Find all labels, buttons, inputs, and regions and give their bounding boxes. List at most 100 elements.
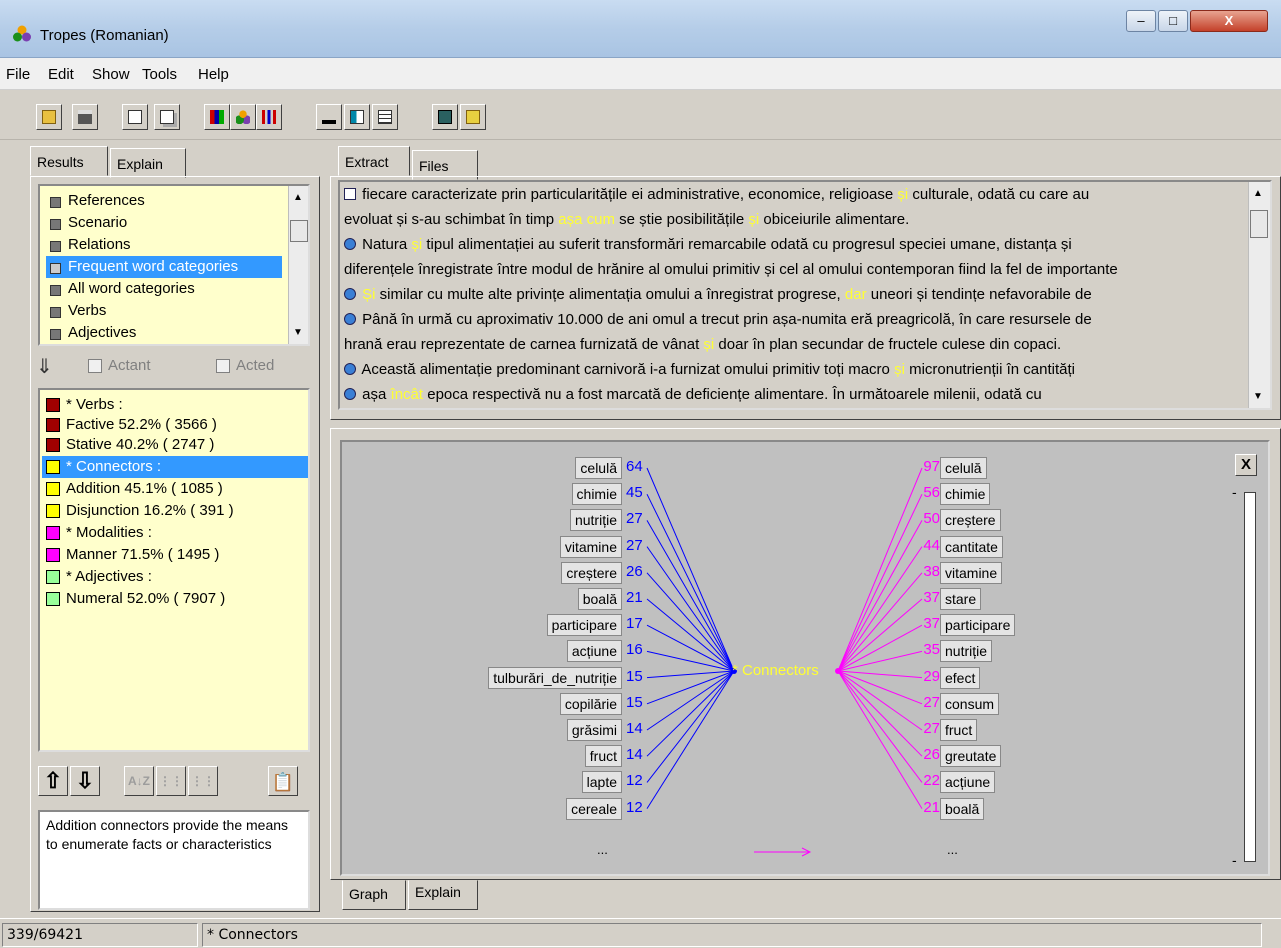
stat-row[interactable]: Disjunction 16.2% ( 391 ) (42, 500, 308, 522)
document-icon[interactable] (344, 188, 356, 200)
tab-explain-left[interactable]: Explain (110, 148, 186, 178)
close-button[interactable]: X (1190, 10, 1268, 32)
collapse-button[interactable]: ⋮⋮ (188, 766, 218, 796)
list-item[interactable]: Verbs (46, 300, 282, 322)
actors-button[interactable] (230, 104, 256, 130)
expand-button[interactable]: ⋮⋮ (156, 766, 186, 796)
graph-left-word[interactable]: copilărie (559, 692, 622, 715)
menu-show[interactable]: Show (92, 66, 130, 83)
highlighted-connector: și (411, 236, 423, 253)
graph-close-button[interactable]: X (1235, 454, 1257, 476)
graph-left-word[interactable]: lapte (581, 771, 622, 794)
highlighted-connector: dar (844, 286, 867, 303)
tab-results[interactable]: Results (30, 146, 108, 176)
extract-scrollbar[interactable]: ▲ ▼ (1248, 182, 1270, 408)
graph-right-word[interactable]: stare (940, 588, 982, 610)
maximize-button[interactable]: □ (1158, 10, 1188, 32)
graph-right-word[interactable]: consum (940, 692, 1000, 715)
list-item[interactable]: All word categories (46, 278, 282, 300)
graph-right-word[interactable]: creștere (940, 509, 1001, 532)
stat-row[interactable]: Addition 45.1% ( 1085 ) (42, 478, 308, 500)
copy-button[interactable] (154, 104, 180, 130)
minimize-button[interactable]: – (1126, 10, 1156, 32)
expand-icon[interactable] (344, 238, 356, 250)
graph-right-count: 27 (923, 720, 940, 737)
columns-button[interactable] (344, 104, 370, 130)
graph-right-word[interactable]: participare (940, 614, 1016, 637)
list-item[interactable]: Scenario (46, 212, 282, 234)
acted-checkbox[interactable] (216, 359, 230, 373)
expand-icon[interactable] (344, 288, 356, 300)
graph-right-word[interactable]: chimie (940, 483, 991, 506)
scroll-up-icon[interactable]: ▲ (293, 192, 303, 203)
menu-edit[interactable]: Edit (48, 66, 74, 83)
graph-right-word[interactable]: efect (940, 666, 981, 689)
more-left[interactable]: ... (597, 842, 608, 857)
stat-row[interactable]: Numeral 52.0% ( 7907 ) (42, 588, 308, 610)
graph-left-word[interactable]: nutriție (569, 509, 622, 532)
actant-checkbox[interactable] (88, 359, 102, 373)
tab-explain-graph[interactable]: Explain (408, 880, 478, 910)
graph-left-word[interactable]: grăsimi (566, 719, 622, 741)
list-item[interactable]: Adjectives (46, 322, 282, 344)
graph-left-word[interactable]: chimie (571, 483, 622, 506)
stat-row-selected[interactable]: * Connectors : (42, 456, 308, 478)
stat-row[interactable]: * Modalities : (42, 522, 308, 544)
open-button[interactable] (36, 104, 62, 130)
scroll-down-icon[interactable]: ▼ (293, 327, 303, 338)
tab-graph[interactable]: Graph (342, 880, 406, 910)
graph-right-word[interactable]: greutate (940, 745, 1002, 768)
graph-left-word[interactable]: vitamine (559, 535, 622, 558)
book-button[interactable] (432, 104, 458, 130)
graph-zoom-slider[interactable] (1244, 492, 1256, 862)
expand-icon[interactable] (344, 388, 356, 400)
expand-icon[interactable] (344, 363, 356, 375)
menu-file[interactable]: File (6, 66, 30, 83)
graph-right-word[interactable]: celulă (940, 457, 987, 479)
tab-extract[interactable]: Extract (338, 146, 410, 176)
graph-left-word[interactable]: creștere (561, 561, 622, 584)
expand-icon[interactable] (344, 313, 356, 325)
graph-right-word[interactable]: cantitate (940, 535, 1003, 558)
more-right[interactable]: ... (947, 842, 958, 857)
stat-row[interactable]: Factive 52.2% ( 3566 ) (42, 414, 308, 436)
bars-button[interactable] (256, 104, 282, 130)
print-button[interactable] (72, 104, 98, 130)
stat-row[interactable]: Manner 71.5% ( 1495 ) (42, 544, 308, 566)
scroll-thumb[interactable] (290, 220, 308, 242)
properties-button[interactable] (122, 104, 148, 130)
table-button[interactable] (372, 104, 398, 130)
graph-left-word[interactable]: cereale (566, 797, 622, 820)
results-scrollbar[interactable]: ▲ ▼ (288, 186, 308, 344)
graph-left-word[interactable]: celulă (575, 457, 622, 479)
list-item[interactable]: References (46, 190, 282, 212)
scroll-down-icon[interactable]: ▼ (1253, 391, 1263, 402)
graph-right-word[interactable]: nutriție (940, 640, 993, 663)
menu-tools[interactable]: Tools (142, 66, 177, 83)
graph-left-word[interactable]: boală (577, 588, 622, 610)
graph-right-word[interactable]: vitamine (940, 561, 1003, 584)
graph-left-word[interactable]: tulburări_de_nutriție (488, 666, 622, 689)
sort-az-button[interactable]: A↓Z (124, 766, 154, 796)
grid-button[interactable] (204, 104, 230, 130)
scroll-up-icon[interactable]: ▲ (1253, 188, 1263, 199)
list-item-selected[interactable]: Frequent word categories (46, 256, 282, 278)
graph-left-word[interactable]: participare (546, 614, 622, 637)
clipboard-button[interactable]: 📋 (268, 766, 298, 796)
graph-left-word[interactable]: fruct (584, 745, 622, 768)
notes-button[interactable] (460, 104, 486, 130)
menu-help[interactable]: Help (198, 66, 229, 83)
graph-right-word[interactable]: boală (940, 797, 985, 820)
sort-down-icon[interactable]: ⇓ (36, 354, 53, 379)
chart-button[interactable] (316, 104, 342, 130)
graph-right-word[interactable]: acțiune (940, 771, 996, 794)
graph-right-word[interactable]: fruct (940, 719, 978, 741)
stat-row[interactable]: Stative 40.2% ( 2747 ) (42, 434, 308, 456)
stat-row[interactable]: * Adjectives : (42, 566, 308, 588)
graph-left-word[interactable]: acțiune (566, 640, 622, 663)
scroll-thumb[interactable] (1250, 210, 1268, 238)
move-down-button[interactable]: ⇩ (70, 766, 100, 796)
list-item[interactable]: Relations (46, 234, 282, 256)
stat-row[interactable]: * Verbs : (42, 394, 308, 416)
move-up-button[interactable]: ⇧ (38, 766, 68, 796)
